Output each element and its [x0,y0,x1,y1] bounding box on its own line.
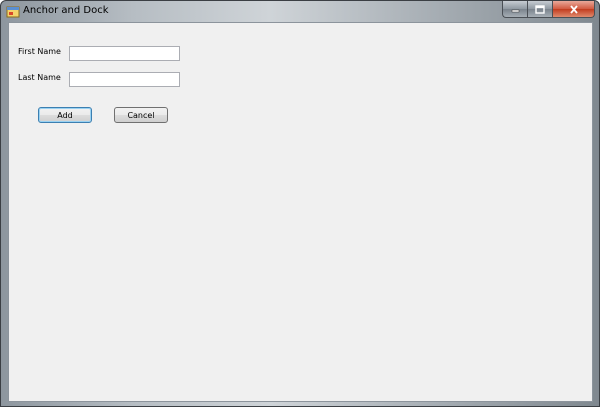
last-name-input[interactable] [69,72,180,87]
caption-buttons [502,1,595,18]
first-name-input[interactable] [69,46,180,61]
app-window: Anchor and Dock First Name Last Name Add… [0,0,600,407]
first-name-label: First Name [18,47,61,56]
last-name-label: Last Name [18,73,61,82]
minimize-icon [511,9,519,13]
maximize-button[interactable] [527,1,552,18]
minimize-button[interactable] [502,1,527,18]
add-button[interactable]: Add [38,107,92,123]
app-icon[interactable] [6,4,20,18]
form-client-area: First Name Last Name Add Cancel [8,22,593,402]
window-title: Anchor and Dock [23,5,109,16]
close-icon [569,4,578,14]
close-button[interactable] [552,1,595,18]
maximize-icon [535,4,545,14]
cancel-button[interactable]: Cancel [114,107,168,123]
title-bar[interactable]: Anchor and Dock [1,1,599,21]
